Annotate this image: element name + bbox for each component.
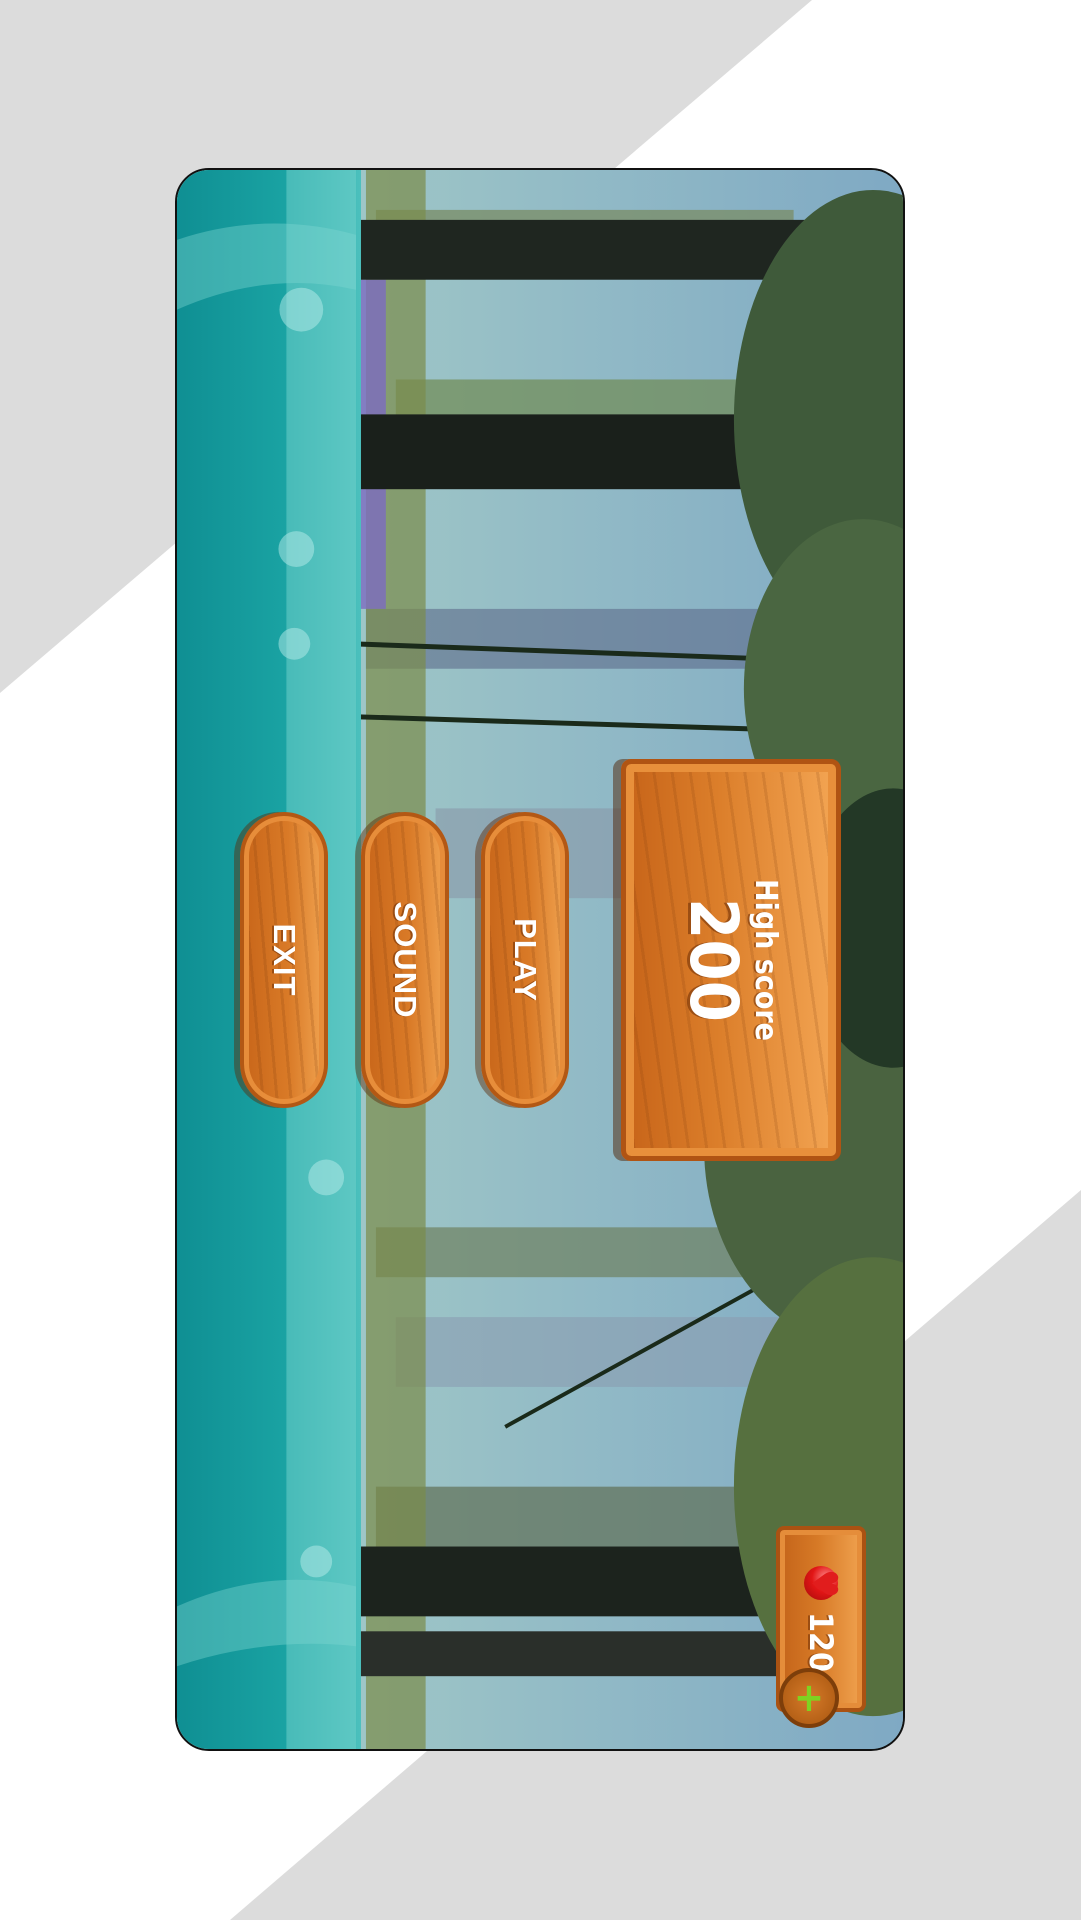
exit-button[interactable]: EXIT [240, 812, 328, 1108]
high-score-title: High score [748, 879, 784, 1041]
high-score-value: 200 [675, 898, 753, 1022]
heart-icon [804, 1565, 838, 1600]
game-screen: PLAY SOUND EXIT High score 200 120 + [175, 168, 905, 1751]
high-score-sign: High score 200 [621, 759, 841, 1161]
add-lives-button[interactable]: + [779, 1668, 839, 1728]
lives-value: 120 [802, 1611, 840, 1673]
play-button[interactable]: PLAY [481, 812, 569, 1108]
plus-icon: + [793, 1675, 825, 1721]
sound-button[interactable]: SOUND [361, 812, 449, 1108]
